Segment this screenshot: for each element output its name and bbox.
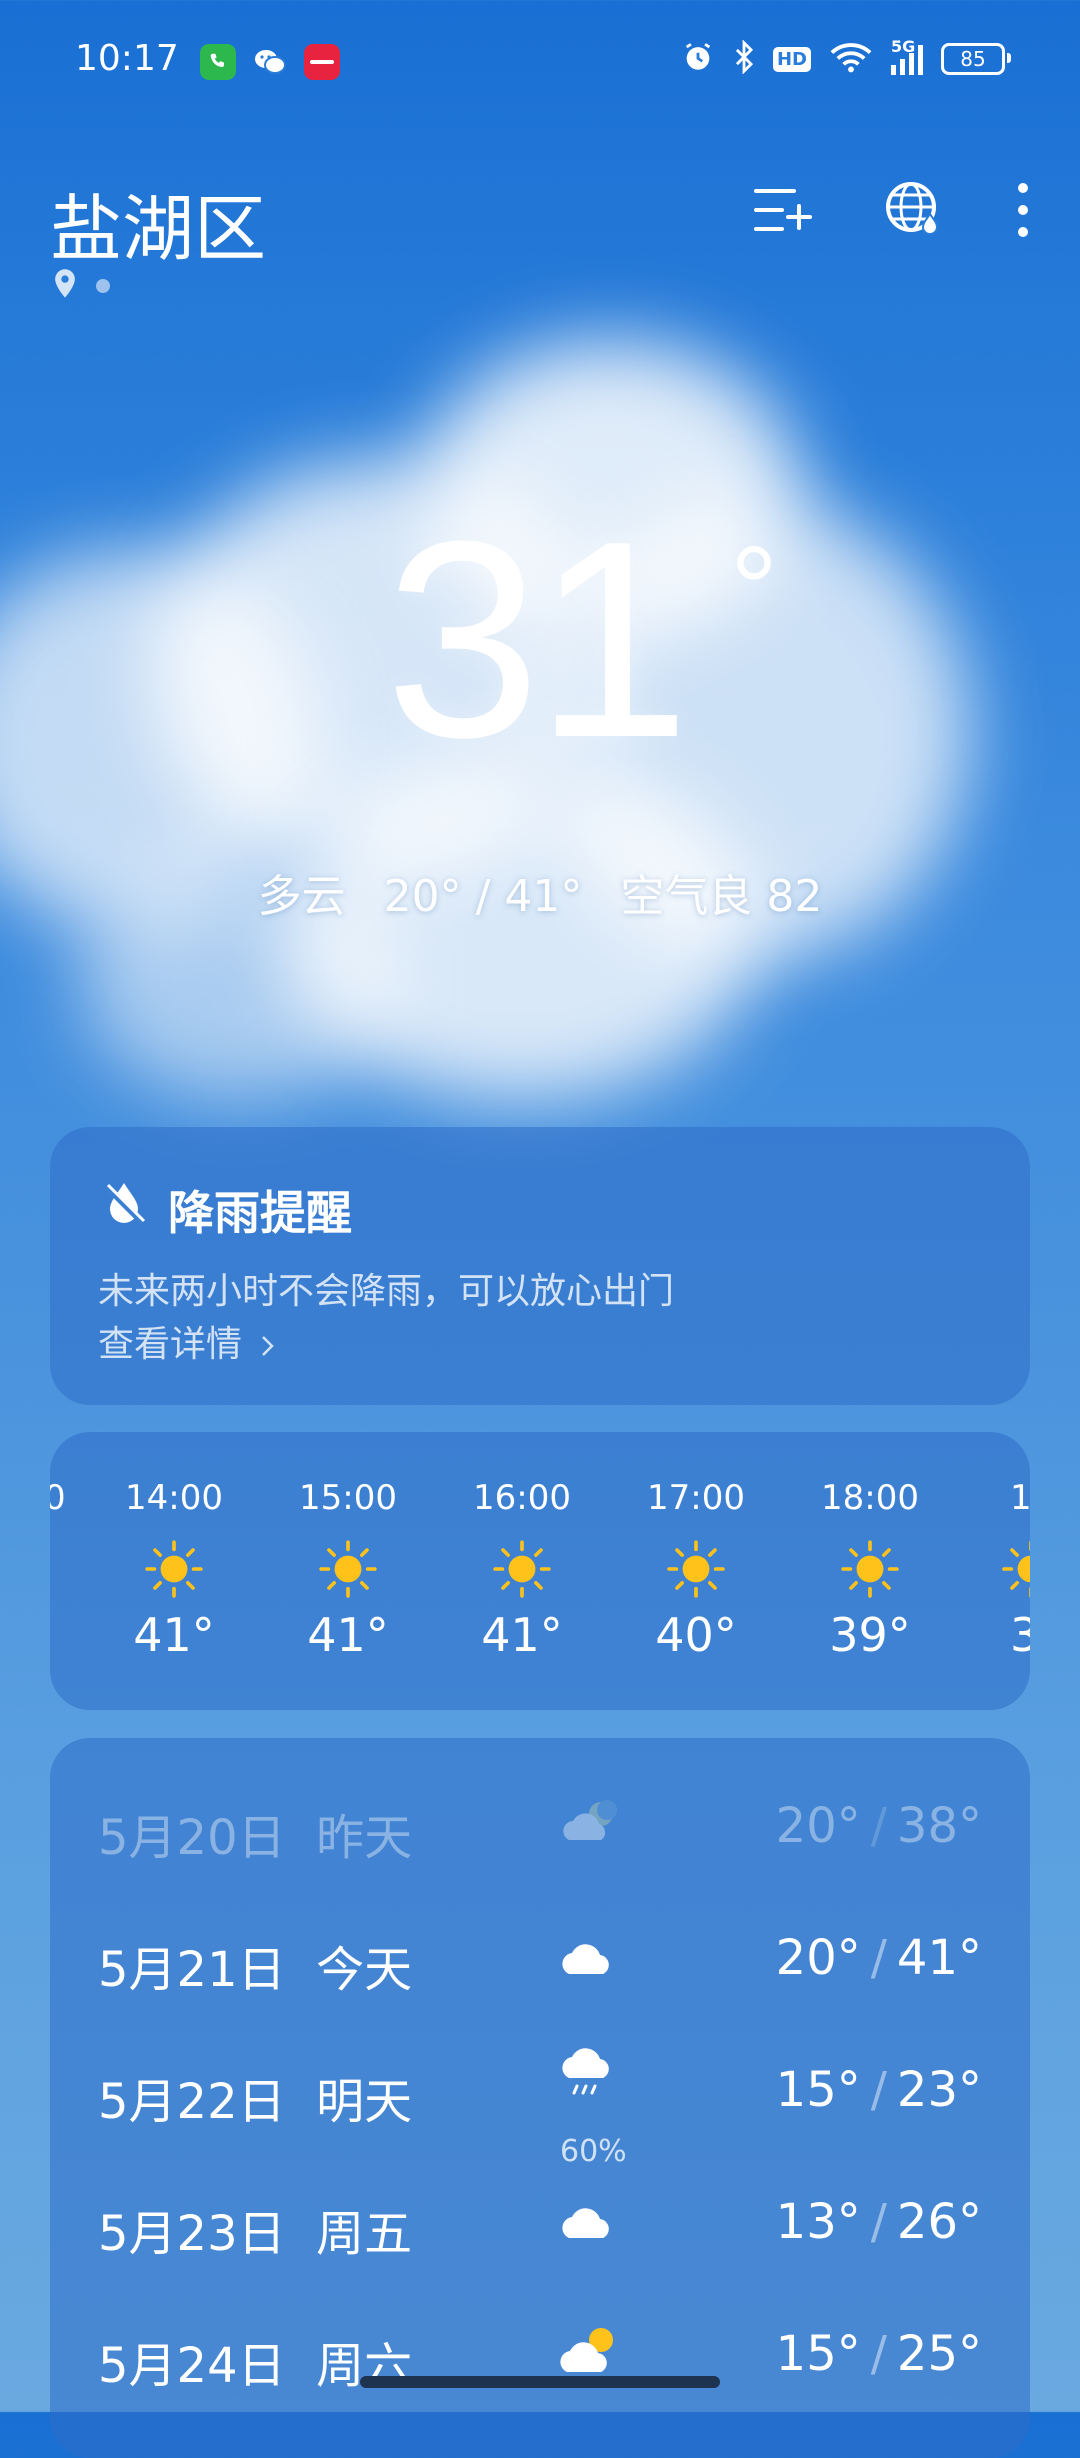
wechat-notification-icon [252, 44, 288, 80]
status-bar: 10:17 HD 5G 85 [0, 0, 1080, 120]
daily-row[interactable]: 5月20日 昨天 20°/38° [50, 1778, 1030, 1878]
hourly-item-partial: 19 3 [984, 1478, 1030, 1662]
day-low: 20° [775, 1798, 861, 1854]
weather-summary[interactable]: 多云 20° / 41° 空气良 82 [0, 860, 1080, 924]
sun-icon [145, 1540, 203, 1598]
day-date: 5月21日 [98, 1942, 286, 1998]
day-high: 25° [896, 2326, 982, 2382]
precipitation-probability: 60% [560, 2134, 627, 2169]
hourly-item: 17:00 40° [636, 1478, 756, 1662]
day-label: 昨天 [316, 1810, 413, 1866]
day-low: 13° [775, 2194, 861, 2250]
daily-row[interactable]: 5月21日 今天 20°/41° [50, 1910, 1030, 2010]
more-options-icon[interactable] [1016, 181, 1030, 243]
day-low: 15° [775, 2062, 861, 2118]
hour-time: 15:00 [299, 1478, 397, 1518]
global-weather-icon[interactable] [884, 180, 944, 244]
cloud-icon [562, 2208, 609, 2238]
rain-cloud-icon [562, 2048, 609, 2095]
air-quality[interactable]: 空气良 82 [620, 871, 822, 922]
day-date: 5月23日 [98, 2206, 286, 2262]
partly-cloudy-night-icon [563, 1800, 617, 1840]
hourly-item: 14:00 41° [114, 1478, 234, 1662]
phone-notification-icon [200, 44, 236, 80]
alarm-icon [681, 40, 715, 78]
chevron-right-icon [262, 1336, 275, 1356]
day-label: 周五 [316, 2206, 413, 2262]
wifi-icon [829, 40, 873, 78]
daily-forecast[interactable]: 5月20日 昨天 20°/38° 5月21日 今天 20°/41° 5月22日 … [50, 1738, 1030, 2458]
home-indicator[interactable] [360, 2376, 720, 2388]
bluetooth-icon [733, 39, 755, 78]
hour-time: 17:00 [647, 1478, 745, 1518]
view-details-label: 查看详情 [98, 1324, 243, 1365]
hour-temperature: 41° [133, 1608, 215, 1662]
status-time: 10:17 [75, 38, 179, 79]
hour-time: 16:00 [473, 1478, 571, 1518]
temperature-range: 20° / 41° [383, 871, 583, 922]
rain-alert-title: 降雨提醒 [168, 1186, 352, 1240]
daily-row[interactable]: 5月23日 周五 13°/26° [50, 2174, 1030, 2274]
day-label: 今天 [316, 1942, 413, 1998]
sun-icon [667, 1540, 725, 1598]
no-rain-icon [100, 1179, 148, 1231]
city-name[interactable]: 盐湖区 [50, 170, 266, 275]
hourly-item: 18:00 39° [810, 1478, 930, 1662]
daily-row[interactable]: 5月22日 明天 60% 15°/23° [50, 2042, 1030, 2169]
hourly-forecast[interactable]: 0 14:00 41° 15:00 41° 16:00 41° 17:00 40… [50, 1432, 1030, 1710]
hourly-item: 16:00 41° [462, 1478, 582, 1662]
day-high: 23° [896, 2062, 982, 2118]
current-temperature: 31 [385, 484, 690, 796]
hour-temperature: 39° [829, 1608, 911, 1662]
xiaohongshu-notification-icon [304, 44, 340, 80]
location-pin-icon [52, 268, 78, 304]
day-date: 5月22日 [98, 2074, 286, 2130]
sun-icon [841, 1540, 899, 1598]
condition-text: 多云 [257, 871, 346, 922]
day-low: 20° [775, 1930, 861, 1986]
hour-temperature: 3 [1010, 1608, 1030, 1662]
add-city-icon[interactable] [752, 185, 812, 239]
hd-icon: HD [772, 46, 811, 72]
day-date: 5月20日 [98, 1810, 286, 1866]
day-date: 5月24日 [98, 2338, 286, 2394]
day-label: 明天 [316, 2074, 413, 2130]
day-low: 15° [775, 2326, 861, 2382]
signal-icon: 5G [891, 37, 923, 75]
network-type: 5G [891, 37, 916, 56]
battery-icon: 85 [941, 43, 1011, 75]
hour-time: 19 [1010, 1478, 1030, 1518]
hour-time: 14:00 [125, 1478, 223, 1518]
view-details-link[interactable]: 查看详情 [98, 1315, 277, 1367]
day-high: 26° [896, 2194, 982, 2250]
rain-alert-description: 未来两小时不会降雨，可以放心出门 [98, 1271, 675, 1312]
daily-row[interactable]: 5月24日 周六 15°/25° [50, 2306, 1030, 2406]
location-indicator [52, 268, 110, 304]
partly-sunny-icon [560, 2328, 613, 2372]
page-dot [96, 279, 110, 293]
sun-icon [1002, 1540, 1030, 1598]
hour-temperature: 41° [307, 1608, 389, 1662]
day-high: 38° [896, 1798, 982, 1854]
hourly-item: 15:00 41° [288, 1478, 408, 1662]
hour-temperature: 41° [481, 1608, 563, 1662]
hour-time: 18:00 [821, 1478, 919, 1518]
cloud-icon [562, 1944, 609, 1974]
rain-alert-card[interactable]: 降雨提醒 未来两小时不会降雨，可以放心出门 查看详情 [50, 1127, 1030, 1405]
sun-icon [493, 1540, 551, 1598]
sun-icon [319, 1540, 377, 1598]
hourly-edge-left: 0 [50, 1478, 66, 1518]
day-high: 41° [896, 1930, 982, 1986]
hour-temperature: 40° [655, 1608, 737, 1662]
degree-symbol: ° [730, 522, 778, 656]
